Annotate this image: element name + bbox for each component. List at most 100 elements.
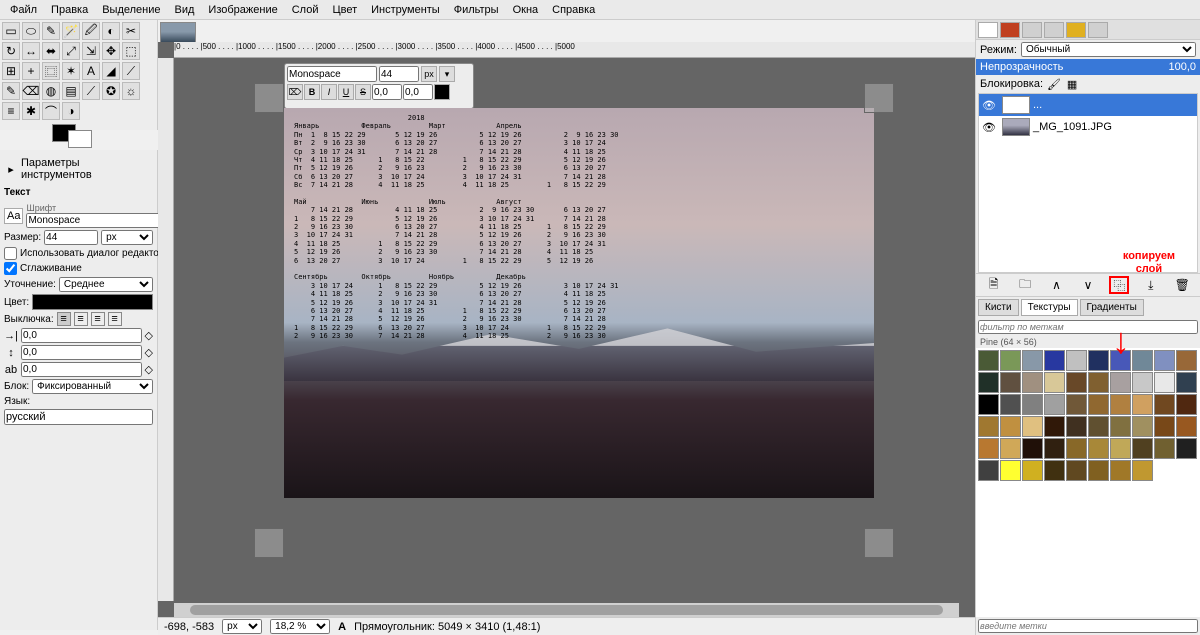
align-fill-icon[interactable]: ≡ [108,312,122,326]
calendar-text-layer[interactable]: 2018 Январь Февраль Март Апрель Пн 1 8 1… [294,114,631,349]
menu-вид[interactable]: Вид [169,2,201,18]
texture-swatch[interactable] [1022,394,1043,415]
texture-swatch[interactable] [978,394,999,415]
layer-action-3[interactable]: ∨ [1079,277,1097,293]
menu-выделение[interactable]: Выделение [96,2,166,18]
strike-button[interactable]: S [355,84,371,100]
tool-9[interactable]: ⬌ [42,42,60,60]
unit-select[interactable]: px [222,619,262,634]
texture-swatch[interactable] [1000,460,1021,481]
float-size-input[interactable] [379,66,419,82]
spinner-icon[interactable]: ◇ [145,363,153,376]
align-center-icon[interactable]: ≡ [91,312,105,326]
texture-swatch[interactable] [1000,416,1021,437]
tool-8[interactable]: ↔ [22,42,40,60]
layer-action-2[interactable]: ∧ [1048,277,1066,293]
clear-format-icon[interactable]: ⌦ [287,84,303,100]
tool-15[interactable]: + [22,62,40,80]
texture-swatch[interactable] [1132,372,1153,393]
menu-окна[interactable]: Окна [507,2,545,18]
texture-swatch[interactable] [1154,372,1175,393]
texture-swatch[interactable] [1022,438,1043,459]
layer-item[interactable]: 👁T... [979,94,1197,116]
history-tab-icon[interactable] [1066,22,1086,38]
tag-input[interactable] [978,619,1198,633]
handle-br[interactable] [864,528,894,558]
ruler-vertical[interactable] [158,58,174,601]
dropdown-icon[interactable]: ▾ [439,66,455,82]
block-select[interactable]: Фиксированный [32,379,153,394]
lock-alpha-icon[interactable]: ▦ [1065,77,1079,91]
tool-10[interactable]: ⤢ [62,42,80,60]
tool-17[interactable]: ✶ [62,62,80,80]
texture-swatch[interactable] [1088,372,1109,393]
visibility-icon[interactable]: 👁 [979,121,999,134]
brush-tab-Текстуры[interactable]: Текстуры [1021,299,1078,316]
lang-input[interactable] [4,409,153,425]
tool-28[interactable]: ≡ [2,102,20,120]
tool-3[interactable]: 🪄 [62,22,80,40]
texture-swatch[interactable] [1132,438,1153,459]
tool-22[interactable]: ⌫ [22,82,40,100]
menu-фильтры[interactable]: Фильтры [448,2,505,18]
tool-4[interactable]: 🖉 [82,22,100,40]
texture-swatch[interactable] [1022,372,1043,393]
text-color-button[interactable] [434,84,450,100]
brush-tab-icon[interactable] [1088,22,1108,38]
letter-input[interactable] [21,362,142,377]
handle-tl[interactable] [254,83,284,113]
font-input[interactable] [26,213,162,228]
texture-swatch[interactable] [1154,416,1175,437]
tool-20[interactable]: ⟋ [122,62,140,80]
texture-swatch[interactable] [1044,438,1065,459]
menu-файл[interactable]: Файл [4,2,43,18]
tool-5[interactable]: ◐ [102,22,120,40]
menu-справка[interactable]: Справка [546,2,601,18]
texture-swatch[interactable] [978,438,999,459]
texture-swatch[interactable] [1022,416,1043,437]
canvas[interactable]: px ▾ ⌦ B I U S 2018 Январь Февраль Ма [174,58,959,601]
texture-swatch[interactable] [1110,416,1131,437]
layer-item[interactable]: 👁_MG_1091.JPG [979,116,1197,138]
tool-11[interactable]: ⇲ [82,42,100,60]
baseline-input[interactable] [372,84,402,100]
texture-swatch[interactable] [1088,394,1109,415]
paths-tab-icon[interactable] [1022,22,1042,38]
tool-6[interactable]: ✂ [122,22,140,40]
texture-filter-input[interactable] [978,320,1198,334]
tool-13[interactable]: ⬚ [122,42,140,60]
texture-swatch[interactable] [1044,416,1065,437]
texture-swatch[interactable] [1132,416,1153,437]
tool-2[interactable]: ✎ [42,22,60,40]
layer-action-5[interactable]: ⤓ [1142,277,1160,293]
tool-19[interactable]: ◢ [102,62,120,80]
menu-изображение[interactable]: Изображение [202,2,283,18]
texture-swatch[interactable] [1110,372,1131,393]
indent-input[interactable] [21,328,142,343]
texture-swatch[interactable] [1154,350,1175,371]
texture-swatch[interactable] [1110,350,1131,371]
bold-button[interactable]: B [304,84,320,100]
texture-swatch[interactable] [1132,350,1153,371]
texture-swatch[interactable] [1022,460,1043,481]
tool-25[interactable]: ⟋ [82,82,100,100]
antialias-checkbox[interactable] [4,262,17,275]
texture-swatch[interactable] [1154,394,1175,415]
layer-action-6[interactable]: 🗑 [1173,277,1191,293]
ruler-horizontal[interactable]: |0 . . . . |500 . . . . |1000 . . . . |1… [174,42,975,58]
texture-swatch[interactable] [1088,416,1109,437]
texture-swatch[interactable] [1066,350,1087,371]
opacity-slider[interactable]: Непрозрачность 100,0 [976,59,1200,75]
align-left-icon[interactable]: ≡ [57,312,71,326]
color-swatches[interactable] [2,124,155,148]
texture-swatch[interactable] [1066,438,1087,459]
texture-swatch[interactable] [1066,372,1087,393]
tool-18[interactable]: A [82,62,100,80]
texture-swatch[interactable] [978,350,999,371]
layer-action-0[interactable]: 🗎 [985,277,1003,293]
texture-swatch[interactable] [1176,350,1197,371]
texture-swatch[interactable] [1110,460,1131,481]
unit-select[interactable]: px [421,66,437,82]
texture-swatch[interactable] [1044,372,1065,393]
zoom-select[interactable]: 18,2 % [270,619,330,634]
